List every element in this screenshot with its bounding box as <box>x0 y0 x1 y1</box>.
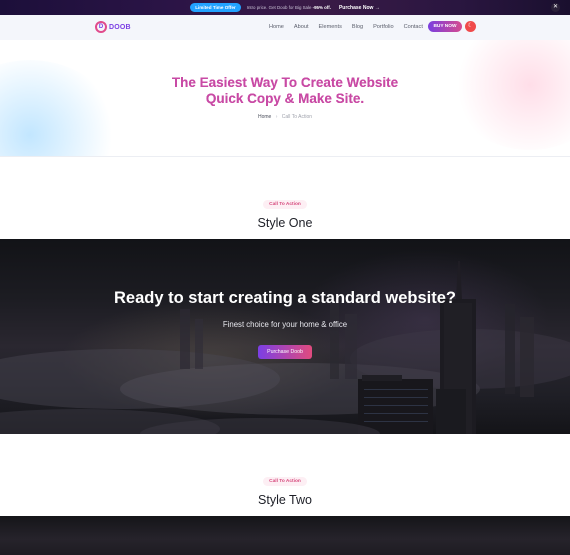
moon-icon[interactable]: ☾ <box>465 21 476 32</box>
section-two-title: Style Two <box>258 493 312 507</box>
logo[interactable]: D DOOB <box>95 21 131 33</box>
breadcrumb-home[interactable]: Home <box>258 114 271 120</box>
section-two-pill: Call To Action <box>263 477 307 486</box>
promo-text-main: Intro price. Get Doob for Big Sale <box>246 5 312 10</box>
main-nav: Home About Elements Blog Portfolio Conta… <box>269 24 433 30</box>
promo-badge[interactable]: Limited Time Offer <box>190 3 241 12</box>
page-title: The Easiest Way To Create Website Quick … <box>0 75 570 107</box>
page-title-line-1: The Easiest Way To Create Website <box>171 75 399 90</box>
section-two-heading: Call To Action Style Two <box>0 469 570 507</box>
breadcrumb-current: Call To Action <box>281 114 312 120</box>
page-title-line-2: Quick Copy & Make Site. <box>205 91 365 106</box>
cta-title: Ready to start creating a standard websi… <box>113 289 456 307</box>
purchase-now-link[interactable]: Purchase Now → <box>339 5 380 11</box>
breadcrumb: Home › Call To Action <box>0 114 570 120</box>
cta-subtitle: Finest choice for your home & office <box>222 320 348 329</box>
hero-breadcrumb-area: The Easiest Way To Create Website Quick … <box>0 40 570 157</box>
purchase-doob-button[interactable]: Purchase Doob <box>258 345 312 359</box>
nav-item-about[interactable]: About <box>294 24 309 30</box>
buy-now-button[interactable]: BUY NOW <box>428 21 462 32</box>
arrow-right-icon: → <box>374 4 380 11</box>
logo-mark-letter: D <box>98 24 104 30</box>
header: D DOOB Home About Elements Blog Portfoli… <box>0 15 570 40</box>
section-one-pill: Call To Action <box>263 200 307 209</box>
logo-mark: D <box>95 21 107 33</box>
nav-item-blog[interactable]: Blog <box>352 24 363 30</box>
promo-discount: -95% off. <box>312 5 331 10</box>
city-skyline-image <box>0 261 570 434</box>
section-one-title: Style One <box>257 216 313 230</box>
purchase-now-label: Purchase Now <box>338 4 374 11</box>
nav-item-elements[interactable]: Elements <box>319 24 342 30</box>
nav-item-home[interactable]: Home <box>269 24 284 30</box>
promo-bar: Limited Time Offer Intro price. Get Doob… <box>0 0 570 15</box>
cta-banner: Ready to start creating a standard websi… <box>0 239 570 434</box>
logo-text: DOOB <box>109 23 131 31</box>
close-icon[interactable]: ✕ <box>551 3 560 12</box>
nav-item-contact[interactable]: Contact <box>404 24 423 30</box>
section-one-heading: Call To Action Style One <box>0 192 570 230</box>
nav-item-portfolio[interactable]: Portfolio <box>373 24 394 30</box>
promo-text: Intro price. Get Doob for Big Sale -95% … <box>247 5 331 10</box>
breadcrumb-separator: › <box>275 114 278 120</box>
next-banner-preview <box>0 516 570 555</box>
page: Limited Time Offer Intro price. Get Doob… <box>0 0 570 555</box>
